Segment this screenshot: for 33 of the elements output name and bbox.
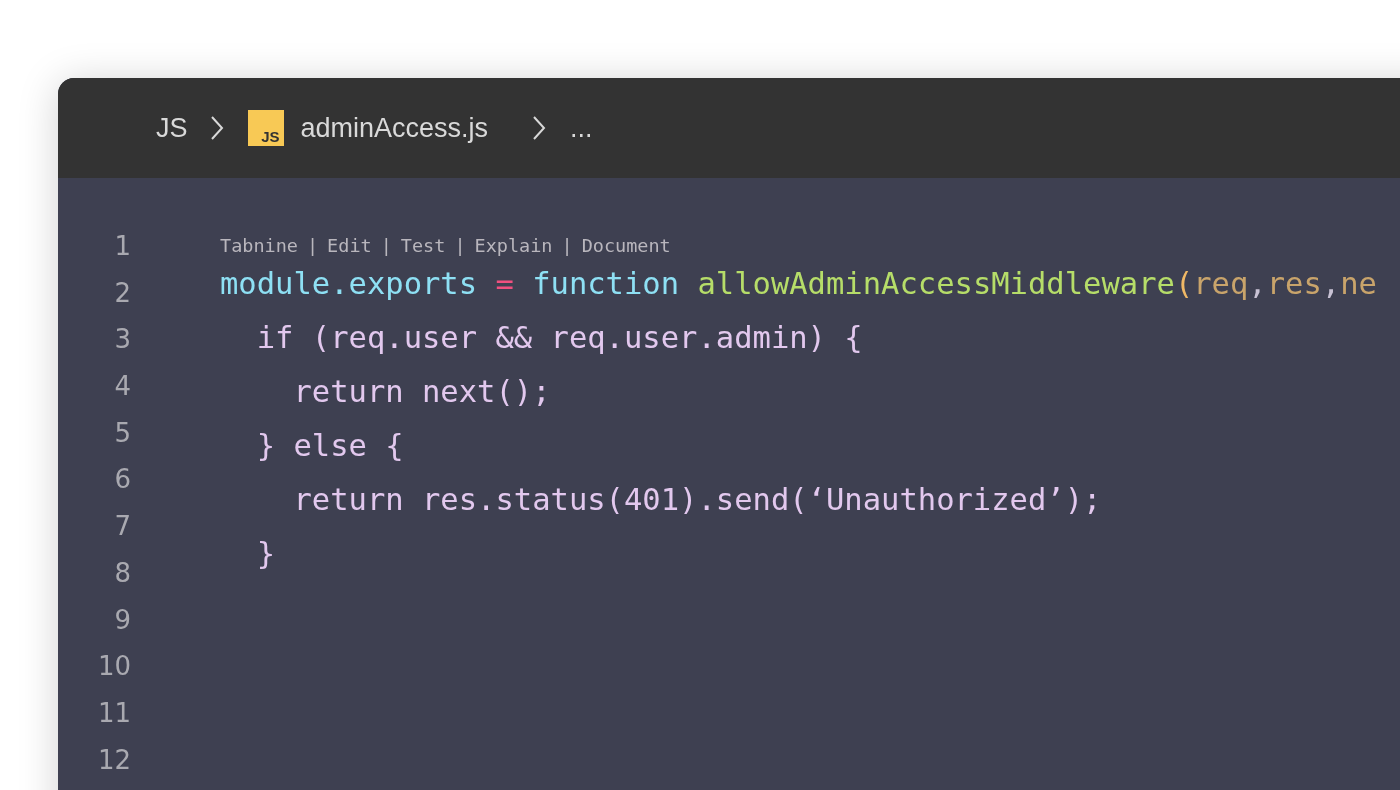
breadcrumb-item[interactable]: ... [570, 112, 593, 144]
breadcrumb-item[interactable]: adminAccess.js [300, 112, 489, 144]
line-number: 2 [113, 276, 131, 310]
codelens-action[interactable]: Document [581, 235, 671, 257]
separator: | [306, 235, 319, 257]
code-line: } [255, 535, 277, 573]
code-line: return next(); [292, 373, 552, 411]
codelens-action[interactable]: Tabnine [220, 235, 298, 257]
code-line: return res.status(401).send(‘Unauthorized’); [292, 481, 1103, 519]
line-number: 11 [96, 696, 131, 730]
line-number: 9 [113, 603, 131, 637]
separator: | [380, 235, 392, 257]
separator: | [561, 235, 573, 257]
separator: | [454, 235, 466, 257]
line-number: 6 [113, 463, 131, 497]
code-line: } else { [255, 427, 405, 465]
line-number: 7 [113, 510, 131, 544]
codelens-action[interactable]: Test [400, 235, 446, 257]
js-file-icon: JS [247, 110, 284, 146]
chevron-icon [532, 115, 547, 141]
breadcrumb-item[interactable]: JS [156, 112, 188, 144]
code-line: if (req.user && req.user.admin) { [255, 319, 864, 357]
line-number: 5 [113, 416, 131, 450]
line-number: 1 [113, 230, 131, 263]
chevron-icon [209, 115, 224, 141]
line-number: 8 [113, 556, 131, 590]
line-number: 12 [96, 743, 131, 777]
line-number: 10 [96, 650, 131, 684]
codelens-action[interactable]: Edit [327, 235, 372, 257]
line-number: 3 [113, 323, 131, 357]
line-number: 4 [113, 370, 131, 404]
codelens-action[interactable]: Explain [474, 235, 553, 257]
code-line: module.exports = function allowAdminAccessMiddleware(req,res,ne [220, 265, 1377, 303]
